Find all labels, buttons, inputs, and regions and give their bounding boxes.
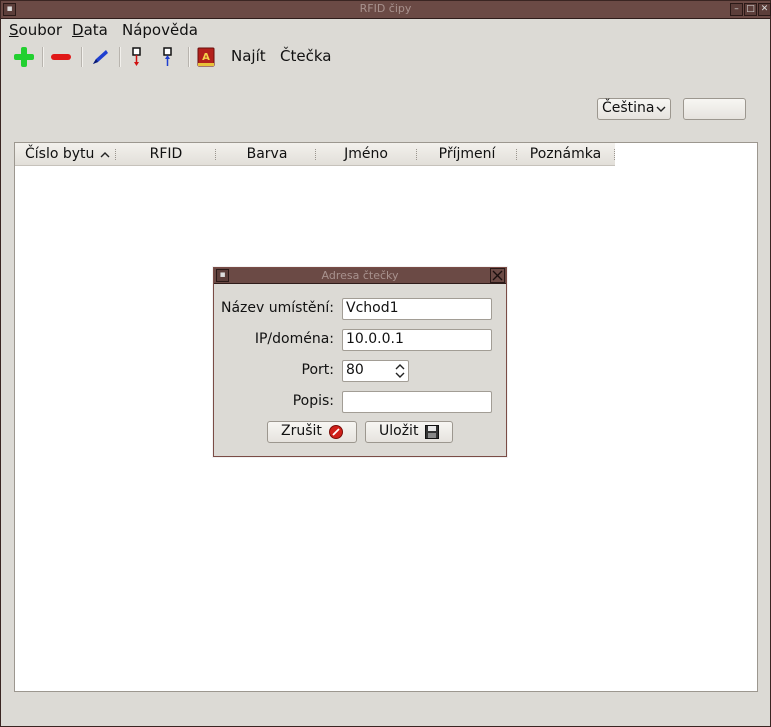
port-value: 80 [346, 362, 364, 378]
reader-address-dialog: ▪ Adresa čtečky Název umístění: Vchod1 I… [213, 267, 507, 457]
remove-button[interactable] [48, 45, 74, 69]
menubar: Soubor Data Nápověda [1, 19, 770, 41]
column-header-rfid[interactable]: RFID [121, 146, 211, 162]
floppy-disk-icon [425, 425, 439, 439]
column-header-cislo-bytu[interactable]: Číslo bytu [25, 146, 105, 162]
save-button[interactable]: Uložit [365, 421, 453, 443]
column-separator[interactable] [315, 149, 317, 160]
menu-napoveda[interactable]: Nápověda [122, 21, 198, 39]
toolbar-separator [119, 47, 121, 67]
toolbar: A Najít Čtečka [1, 43, 770, 71]
book-icon: A [197, 47, 215, 67]
edit-button[interactable] [87, 45, 113, 69]
dialog-titlebar: ▪ Adresa čtečky [214, 268, 506, 284]
port-label: Port: [301, 362, 334, 378]
ip-domain-label: IP/doména: [254, 331, 334, 347]
dictionary-button[interactable]: A [193, 45, 219, 69]
reader-button[interactable]: Čtečka [280, 47, 331, 65]
language-select[interactable]: Čeština [597, 98, 671, 120]
close-icon [492, 270, 503, 281]
toolbar-separator [42, 47, 44, 67]
dialog-close-button[interactable] [490, 268, 505, 283]
column-header-prijmeni[interactable]: Příjmení [419, 146, 515, 162]
window-titlebar: ▪ RFID čipy – □ ✕ [1, 1, 771, 19]
window-title: RFID čipy [359, 2, 412, 15]
sort-ascending-icon [100, 152, 110, 158]
column-header-barva[interactable]: Barva [221, 146, 313, 162]
language-selected: Čeština [602, 100, 655, 116]
maximize-button[interactable]: □ [744, 3, 757, 16]
column-separator[interactable] [215, 149, 217, 160]
port-spinbox[interactable]: 80 [342, 360, 409, 382]
cancel-button[interactable]: Zrušit [267, 421, 357, 443]
close-button[interactable]: ✕ [758, 3, 771, 16]
svg-text:A: A [202, 52, 210, 63]
reader-up-icon [163, 47, 172, 66]
spin-arrows-icon[interactable] [394, 362, 406, 380]
move-up-button[interactable] [155, 45, 181, 69]
ip-domain-input[interactable]: 10.0.0.1 [342, 329, 492, 351]
add-button[interactable] [11, 45, 37, 69]
main-window: ▪ RFID čipy – □ ✕ Soubor Data Nápověda A… [0, 0, 771, 727]
column-separator[interactable] [115, 149, 117, 160]
find-button[interactable]: Najít [231, 47, 266, 65]
dialog-title: Adresa čtečky [321, 269, 399, 282]
chevron-down-icon [656, 106, 666, 112]
table-header: Číslo bytu RFID Barva Jméno Příjmení Poz… [15, 143, 615, 166]
menu-data[interactable]: Data [72, 21, 108, 39]
minimize-button[interactable]: – [730, 3, 743, 16]
pencil-icon [93, 50, 108, 64]
plus-icon [14, 47, 34, 67]
toolbar-separator [81, 47, 83, 67]
column-header-jmeno[interactable]: Jméno [319, 146, 413, 162]
location-name-label: Název umístění: [220, 300, 334, 316]
reader-down-icon [132, 47, 141, 66]
location-name-input[interactable]: Vchod1 [342, 298, 492, 320]
menu-soubor[interactable]: Soubor [9, 21, 62, 39]
move-down-button[interactable] [124, 45, 150, 69]
column-separator[interactable] [614, 149, 616, 160]
description-label: Popis: [292, 393, 334, 409]
cancel-label: Zrušit [281, 423, 322, 439]
cancel-icon [329, 425, 343, 439]
column-header-poznamka[interactable]: Poznámka [518, 146, 613, 162]
save-label: Uložit [379, 423, 419, 439]
blank-button[interactable] [683, 98, 746, 120]
column-separator[interactable] [416, 149, 418, 160]
minus-icon [51, 54, 71, 60]
description-input[interactable] [342, 391, 492, 413]
toolbar-separator [188, 47, 190, 67]
